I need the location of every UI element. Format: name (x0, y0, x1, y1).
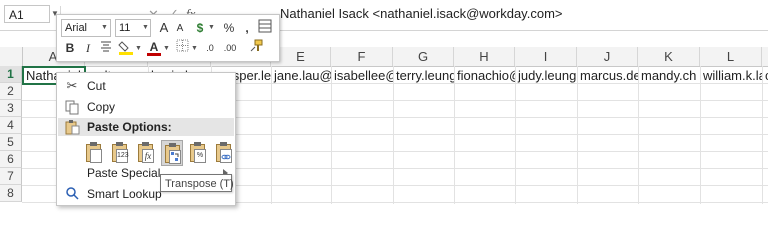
name-box[interactable]: A1 (4, 5, 50, 23)
grid-line (762, 66, 763, 204)
grid-line (393, 66, 394, 204)
scissors-icon: ✂ (66, 78, 78, 93)
cell-f1[interactable]: isabellee@ (331, 67, 393, 84)
font-name-dropdown-icon[interactable]: ▼ (101, 24, 108, 31)
grid-line (577, 66, 578, 204)
align-center-icon[interactable] (97, 39, 115, 57)
clip-top (90, 142, 97, 146)
paste-clipboard-icon (64, 119, 80, 135)
column-header-e[interactable]: E (271, 47, 331, 66)
column-header-h[interactable]: H (454, 47, 515, 66)
grid-line (454, 66, 455, 204)
search-icon (64, 186, 80, 202)
menu-item-copy-label: Copy (87, 100, 116, 114)
row-header-4[interactable]: 4 (0, 117, 22, 134)
clip-top (142, 142, 149, 146)
font-color-letter: A (149, 40, 159, 54)
select-all-corner[interactable] (0, 47, 23, 66)
row-header-3[interactable]: 3 (0, 100, 22, 117)
borders-dropdown-icon[interactable]: ▼ (191, 45, 198, 52)
grid-line (638, 66, 639, 204)
accounting-format-icon[interactable]: $ (191, 19, 209, 37)
column-header-f[interactable]: F (331, 47, 393, 66)
font-color-icon[interactable]: A (145, 38, 163, 56)
paste-values-sheet: 123 (116, 149, 129, 163)
clip-top (169, 143, 176, 147)
menu-item-cut[interactable]: ✂ Cut (58, 76, 234, 96)
menu-item-cut-label: Cut (87, 79, 106, 93)
grid-line (515, 66, 516, 204)
row-header-7[interactable]: 7 (0, 168, 22, 185)
column-header-j[interactable]: J (577, 47, 638, 66)
row-header-1[interactable]: 1 (0, 66, 22, 83)
cell-h1[interactable]: fionachio@ (454, 67, 515, 84)
grid-line (331, 66, 332, 204)
row-header-8[interactable]: 8 (0, 185, 22, 202)
font-size-dropdown-icon[interactable]: ▼ (142, 24, 149, 31)
menu-item-smart-lookup-label: Smart Lookup (87, 187, 162, 201)
cell-l1[interactable]: william.k.la (700, 67, 762, 84)
clip-top (220, 142, 227, 146)
cell-e1[interactable]: jane.lau@ (271, 67, 331, 84)
bold-button[interactable]: B (61, 39, 79, 57)
clip-top (116, 142, 123, 146)
column-header-l[interactable]: L (700, 47, 762, 66)
column-header-i[interactable]: I (515, 47, 577, 66)
mini-toolbar: Arial ▼ 11 ▼ A A $ ▼ % , B I ▼ A ▼ ▼ .0 … (56, 14, 280, 62)
format-painter-table-icon[interactable] (256, 19, 274, 37)
grid-line (271, 66, 272, 204)
row-header-2[interactable]: 2 (0, 83, 22, 100)
paste-formatting-sheet: % (194, 149, 206, 163)
grid-line (700, 66, 701, 204)
decrease-decimal-icon[interactable]: .00 (221, 39, 239, 57)
transpose-tooltip: Transpose (T) (160, 174, 234, 192)
cell-m1[interactable]: c (762, 67, 768, 84)
menu-item-paste-special-label: Paste Special... (87, 166, 171, 180)
transpose-sheet (169, 150, 181, 164)
fill-color-dropdown-icon[interactable]: ▼ (135, 45, 142, 52)
font-color-dropdown-icon[interactable]: ▼ (163, 45, 170, 52)
column-header-k[interactable]: K (638, 47, 700, 66)
copy-icon (64, 99, 80, 115)
italic-button[interactable]: I (79, 39, 97, 57)
comma-style-icon[interactable]: , (238, 19, 256, 37)
paste-link-sheet (220, 149, 232, 163)
paste-sheet (90, 149, 102, 163)
accounting-dropdown-icon[interactable]: ▼ (208, 24, 215, 31)
paste-options-label: Paste Options: (87, 120, 172, 134)
cell-k1[interactable]: mandy.ch (638, 67, 700, 84)
paste-options-header: Paste Options: (58, 118, 234, 136)
percent-style-icon[interactable]: % (220, 19, 238, 37)
borders-icon[interactable] (173, 39, 191, 57)
cell-g1[interactable]: terry.leung (393, 67, 454, 84)
format-painter-icon[interactable] (247, 39, 265, 57)
row-header-5[interactable]: 5 (0, 134, 22, 151)
decrease-font-size-icon[interactable]: A (171, 20, 189, 38)
clip-top (194, 142, 201, 146)
formula-input[interactable]: Nathaniel Isack <nathaniel.isack@workday… (280, 6, 562, 21)
cell-j1[interactable]: marcus.de (577, 67, 638, 84)
paste-formulas-sheet: fx (142, 149, 154, 163)
font-color-swatch (147, 53, 161, 56)
menu-item-copy[interactable]: Copy (58, 97, 234, 117)
row-header-6[interactable]: 6 (0, 151, 22, 168)
increase-decimal-icon[interactable]: .0 (201, 39, 219, 57)
cell-i1[interactable]: judy.leung (515, 67, 577, 84)
fill-color-icon[interactable] (117, 39, 135, 57)
column-header-g[interactable]: G (393, 47, 454, 66)
